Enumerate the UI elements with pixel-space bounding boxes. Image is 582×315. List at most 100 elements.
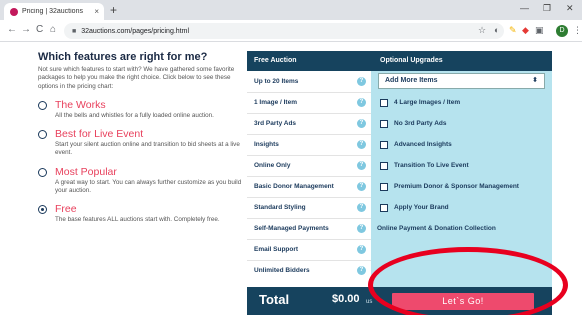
browser-tab[interactable]: Pricing | 32auctions × <box>4 3 104 20</box>
upgrade-checkbox[interactable] <box>380 140 388 149</box>
free-feature-label: Standard Styling <box>254 204 306 211</box>
help-icon[interactable]: ? <box>357 224 366 233</box>
add-more-items-select[interactable]: Add More Items ⬍ <box>378 73 545 89</box>
upgrade-option[interactable]: Premium Donor & Sponsor Management <box>380 176 550 197</box>
table-row: Email Support ? <box>247 239 552 260</box>
package-title[interactable]: Best for Live Event <box>55 128 248 140</box>
address-bar-row: ← → C ⌂ ■ 32auctions.com/pages/pricing.h… <box>0 20 582 42</box>
browser-tab-bar: Pricing | 32auctions × + — ❐ ✕ <box>0 0 582 20</box>
upgrade-included-text: Online Payment & Donation Collection <box>377 225 496 232</box>
intro-text: Not sure which features to start with? W… <box>38 66 235 90</box>
home-icon[interactable]: ⌂ <box>50 24 56 36</box>
bookmark-star-icon[interactable]: ☆ <box>478 25 486 36</box>
upgrade-checkbox[interactable] <box>380 182 388 191</box>
free-feature-label: 1 Image / Item <box>254 99 297 106</box>
free-feature-label: Unlimited Bidders <box>254 267 310 274</box>
table-row: Up to 20 Items ? Add More Items ⬍ <box>247 71 552 92</box>
radio-button[interactable] <box>38 100 47 110</box>
url-field[interactable]: ■ 32auctions.com/pages/pricing.html <box>64 23 504 39</box>
total-bar: Total $0.00 us Let`s Go! <box>247 287 552 315</box>
help-icon[interactable]: ? <box>357 182 366 191</box>
table-row: Insights ? Advanced Insights <box>247 134 552 155</box>
help-icon[interactable]: ? <box>357 98 366 107</box>
profile-avatar[interactable]: D <box>556 25 568 37</box>
help-icon[interactable]: ? <box>357 203 366 212</box>
upgrade-label: 4 Large Images / Item <box>394 99 461 106</box>
tag-extension-icon[interactable]: ◆ <box>522 25 529 36</box>
lets-go-button[interactable]: Let`s Go! <box>392 293 534 310</box>
upgrade-label: No 3rd Party Ads <box>394 120 447 127</box>
package-title[interactable]: Free <box>55 203 248 215</box>
free-feature-label: Insights <box>254 141 279 148</box>
upgrade-label: Transition To Live Event <box>394 162 469 169</box>
table-row: Unlimited Bidders ? <box>247 260 552 281</box>
optional-upgrades-header: Optional Upgrades <box>371 51 552 71</box>
package-description: Start your silent auction online and tra… <box>55 141 240 157</box>
upgrade-label: Advanced Insights <box>394 141 452 148</box>
table-row: Basic Donor Management ? Premium Donor &… <box>247 176 552 197</box>
upgrade-option[interactable]: Transition To Live Event <box>380 155 550 176</box>
select-arrow-icon: ⬍ <box>532 77 538 84</box>
upgrade-checkbox[interactable] <box>380 98 388 107</box>
url-text: 32auctions.com/pages/pricing.html <box>81 27 190 35</box>
table-row: 1 Image / Item ? 4 Large Images / Item <box>247 92 552 113</box>
page-title: Which features are right for me? <box>38 51 208 63</box>
total-currency: us <box>366 299 373 305</box>
table-row: Self-Managed Payments ? Online Payment &… <box>247 218 552 239</box>
package-option-most-popular[interactable]: Most Popular A great way to start. You c… <box>38 166 248 196</box>
tab-close-icon[interactable]: × <box>94 7 99 16</box>
upgrade-checkbox[interactable] <box>380 161 388 170</box>
site-favicon-icon <box>10 7 18 16</box>
total-amount: $0.00 <box>332 293 360 305</box>
extension-icon[interactable]: ◐ <box>494 25 499 36</box>
help-icon[interactable]: ? <box>357 161 366 170</box>
free-auction-header: Free Auction <box>247 51 371 71</box>
help-icon[interactable]: ? <box>357 245 366 254</box>
maximize-icon[interactable]: ❐ <box>543 3 551 14</box>
package-option-free[interactable]: Free The base features ALL auctions star… <box>38 203 248 224</box>
select-value: Add More Items <box>385 77 438 84</box>
new-tab-button[interactable]: + <box>110 3 117 17</box>
pricing-table: Free Auction Optional Upgrades Up to 20 … <box>247 51 552 315</box>
help-icon[interactable]: ? <box>357 119 366 128</box>
package-option-the-works[interactable]: The Works All the bells and whistles for… <box>38 99 248 120</box>
extensions-puzzle-icon[interactable]: ▣ <box>535 25 544 36</box>
radio-button[interactable] <box>38 130 47 140</box>
upgrade-checkbox[interactable] <box>380 203 388 212</box>
free-feature-label: 3rd Party Ads <box>254 120 297 127</box>
lock-icon: ■ <box>72 27 77 35</box>
upgrade-option[interactable]: No 3rd Party Ads <box>380 113 550 134</box>
help-icon[interactable]: ? <box>357 266 366 275</box>
free-feature-label: Basic Donor Management <box>254 183 334 190</box>
table-row: 3rd Party Ads ? No 3rd Party Ads <box>247 113 552 134</box>
reload-icon[interactable]: C <box>36 24 43 36</box>
table-row: Standard Styling ? Apply Your Brand <box>247 197 552 218</box>
forward-icon[interactable]: → <box>21 24 31 36</box>
close-window-icon[interactable]: ✕ <box>566 3 574 14</box>
upgrade-option[interactable]: Apply Your Brand <box>380 197 550 218</box>
package-description: The base features ALL auctions start wit… <box>55 216 220 224</box>
radio-button[interactable] <box>38 167 47 177</box>
package-description: All the bells and whistles for a fully l… <box>55 111 214 119</box>
upgrade-checkbox[interactable] <box>380 119 388 128</box>
minimize-icon[interactable]: — <box>520 3 529 13</box>
upgrade-option[interactable]: 4 Large Images / Item <box>380 92 550 113</box>
radio-button-selected[interactable] <box>38 205 47 215</box>
free-feature-label: Online Only <box>254 162 291 169</box>
upgrade-option[interactable]: Advanced Insights <box>380 134 550 155</box>
back-icon[interactable]: ← <box>7 24 17 36</box>
package-title[interactable]: Most Popular <box>55 166 248 178</box>
page-content: Which features are right for me? Not sur… <box>0 43 582 315</box>
table-row: Online Only ? Transition To Live Event <box>247 155 552 176</box>
menu-kebab-icon[interactable]: ⋮ <box>573 25 582 36</box>
upgrade-label: Apply Your Brand <box>394 204 449 211</box>
help-icon[interactable]: ? <box>357 77 366 86</box>
package-option-best-for-live-event[interactable]: Best for Live Event Start your silent au… <box>38 128 248 158</box>
feature-packages-panel: Which features are right for me? Not sur… <box>38 51 248 233</box>
free-feature-label: Email Support <box>254 246 299 253</box>
package-description: A great way to start. You can always fur… <box>55 178 242 195</box>
help-icon[interactable]: ? <box>357 140 366 149</box>
pen-extension-icon[interactable]: ✎ <box>509 25 517 36</box>
free-feature-label: Up to 20 Items <box>254 78 299 85</box>
package-title[interactable]: The Works <box>55 99 248 111</box>
